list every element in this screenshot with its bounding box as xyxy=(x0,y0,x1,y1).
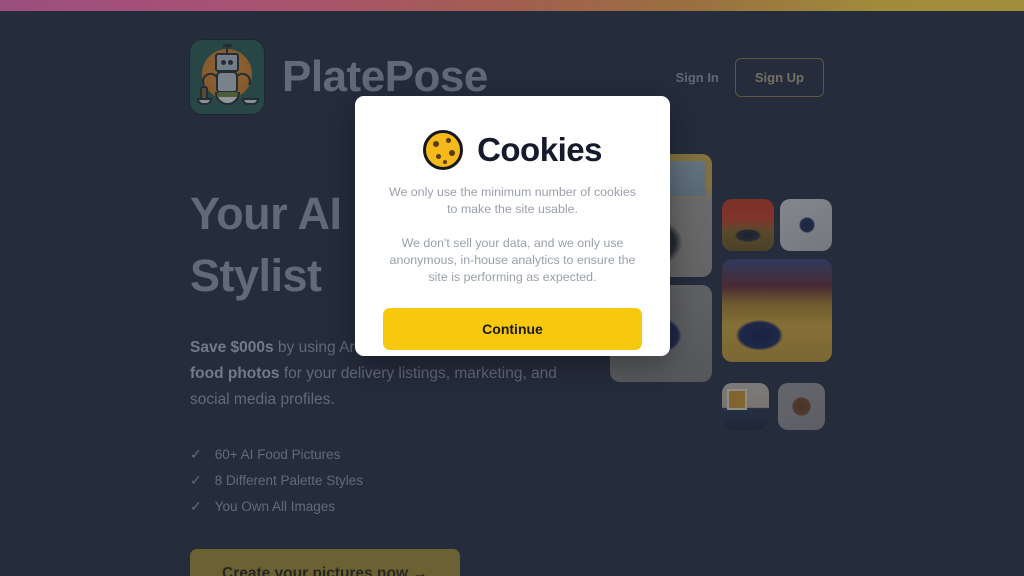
top-gradient-bar xyxy=(0,0,1024,11)
landing-page: PlatePose Sign In Sign Up Your AI F Styl… xyxy=(0,11,1024,576)
modal-title: Cookies xyxy=(477,131,602,168)
cookie-policy-text-primary: We only use the minimum number of cookie… xyxy=(388,185,636,216)
cookie-consent-dialog: Cookies We only use the minimum number o… xyxy=(355,96,670,356)
cookie-icon xyxy=(423,130,464,170)
continue-button[interactable]: Continue xyxy=(383,308,642,350)
modal-heading: Cookies xyxy=(383,130,642,170)
cookie-policy-text-secondary: We don't sell your data, and we only use… xyxy=(389,236,636,284)
